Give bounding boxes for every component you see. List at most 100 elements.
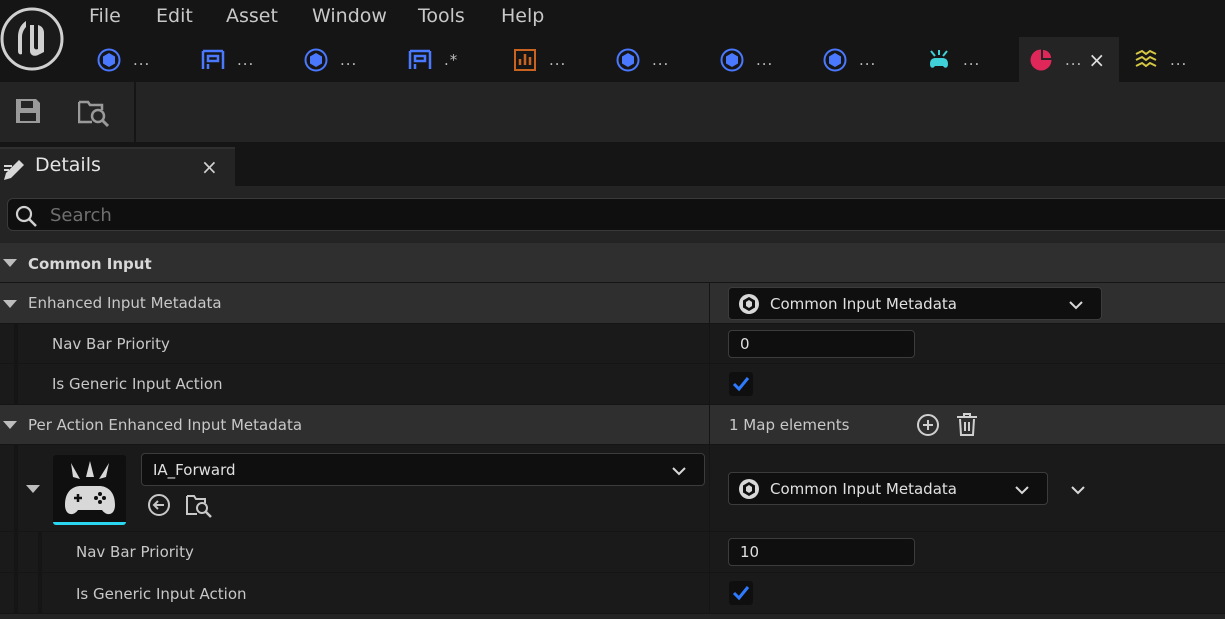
document-tab-active[interactable]: ... × xyxy=(1019,37,1119,82)
column-divider xyxy=(709,532,710,573)
toolbar-separator xyxy=(134,82,136,142)
search-input[interactable] xyxy=(48,199,652,232)
expand-arrow-icon[interactable] xyxy=(3,421,17,429)
blueprint-icon xyxy=(201,48,225,72)
expand-arrow-icon[interactable] xyxy=(3,259,17,267)
property-row: Is Generic Input Action xyxy=(0,573,1225,614)
menu-help[interactable]: Help xyxy=(501,4,544,28)
document-tab[interactable]: ... xyxy=(304,37,357,82)
property-label: Is Generic Input Action xyxy=(52,375,223,393)
tab-label: ... xyxy=(756,50,774,69)
property-label: Nav Bar Priority xyxy=(52,335,170,353)
cube-icon xyxy=(616,48,640,72)
property-label: Nav Bar Priority xyxy=(76,543,194,561)
class-cube-icon xyxy=(738,478,760,500)
dropdown-value: Common Input Metadata xyxy=(770,480,957,498)
mapping-context-icon xyxy=(1134,48,1158,72)
element-options-chevron-icon[interactable] xyxy=(1070,482,1086,495)
cube-icon xyxy=(304,48,328,72)
per-action-metadata-row[interactable]: Per Action Enhanced Input Metadata xyxy=(0,405,1225,445)
category-label: Common Input xyxy=(28,255,152,273)
dropdown-value: IA_Forward xyxy=(153,461,236,479)
document-tab[interactable]: ... xyxy=(927,37,980,82)
expand-arrow-icon[interactable] xyxy=(26,485,40,493)
column-divider xyxy=(709,364,710,405)
document-tab[interactable]: ... xyxy=(97,37,150,82)
expand-arrow-icon[interactable] xyxy=(3,300,17,308)
category-row[interactable]: Common Input xyxy=(0,243,1225,283)
map-elements-count: 1 Map elements xyxy=(729,416,850,434)
gamepad-icon xyxy=(65,461,115,515)
document-tab[interactable]: ... xyxy=(201,37,254,82)
tab-label: ... xyxy=(133,50,151,69)
indent-bar xyxy=(14,364,18,405)
document-tab[interactable]: ... xyxy=(513,37,566,82)
search-icon xyxy=(15,205,37,227)
tab-label: ... xyxy=(1170,50,1188,69)
document-tab[interactable]: ... xyxy=(720,37,773,82)
tab-label: ... xyxy=(237,50,255,69)
document-tab[interactable]: .* xyxy=(408,37,458,82)
tab-label: ... xyxy=(340,50,358,69)
checkmark-icon xyxy=(732,586,750,601)
tab-label: ... xyxy=(652,50,670,69)
property-row: Nav Bar Priority xyxy=(0,532,1225,573)
metadata-class-dropdown[interactable]: Common Input Metadata xyxy=(728,287,1102,320)
menu-file[interactable]: File xyxy=(89,4,121,28)
cube-icon xyxy=(97,48,121,72)
input-action-dropdown[interactable]: IA_Forward xyxy=(141,453,705,486)
menu-tools[interactable]: Tools xyxy=(418,4,465,28)
delete-all-icon[interactable] xyxy=(956,412,978,436)
browse-asset-icon[interactable] xyxy=(186,492,212,518)
cube-icon xyxy=(823,48,847,72)
document-tab[interactable]: ... xyxy=(616,37,669,82)
menu-asset[interactable]: Asset xyxy=(226,4,278,28)
tab-label: ... xyxy=(859,50,877,69)
column-divider xyxy=(709,573,710,614)
indent-bar xyxy=(14,573,18,614)
nav-bar-priority-input[interactable]: 0 xyxy=(728,330,915,358)
chevron-down-icon xyxy=(1068,297,1084,310)
column-divider xyxy=(709,283,710,324)
gamepad-icon xyxy=(927,48,951,72)
indent-bar xyxy=(14,324,18,364)
data-table-icon xyxy=(513,48,537,72)
unreal-logo-icon[interactable] xyxy=(0,7,64,71)
browse-asset-icon[interactable] xyxy=(77,96,110,128)
indent-bar xyxy=(38,573,42,614)
tab-label: ... xyxy=(963,50,981,69)
indent-bar xyxy=(14,445,18,532)
entry-is-generic-checkbox[interactable] xyxy=(729,581,753,605)
indent-bar xyxy=(38,532,42,573)
document-tab[interactable]: ... xyxy=(823,37,876,82)
chevron-down-icon xyxy=(671,463,687,476)
property-label: Per Action Enhanced Input Metadata xyxy=(28,416,303,434)
details-tab[interactable]: Details × xyxy=(0,147,235,186)
use-selected-asset-icon[interactable] xyxy=(147,493,171,517)
close-panel-icon[interactable]: × xyxy=(201,155,218,179)
toolbar xyxy=(0,82,1225,142)
is-generic-checkbox[interactable] xyxy=(729,372,753,396)
edit-pencil-icon xyxy=(2,156,28,182)
menu-edit[interactable]: Edit xyxy=(156,4,193,28)
metadata-class-dropdown[interactable]: Common Input Metadata xyxy=(728,472,1048,505)
property-row: Is Generic Input Action xyxy=(0,364,1225,405)
indent-bar xyxy=(14,532,18,573)
menu-window[interactable]: Window xyxy=(312,4,387,28)
save-icon[interactable] xyxy=(14,97,42,125)
entry-nav-bar-priority-input[interactable]: 10 xyxy=(728,538,915,566)
property-label: Enhanced Input Metadata xyxy=(28,294,222,312)
class-cube-icon xyxy=(738,293,760,315)
column-divider xyxy=(709,445,710,532)
search-box[interactable] xyxy=(7,198,1225,232)
column-divider xyxy=(709,324,710,364)
asset-thumbnail[interactable] xyxy=(53,455,126,525)
document-tab[interactable]: ... xyxy=(1134,37,1187,82)
tab-label: .* xyxy=(444,50,459,69)
column-divider xyxy=(709,405,710,445)
dropdown-value: Common Input Metadata xyxy=(770,295,957,313)
property-row: Nav Bar Priority xyxy=(0,324,1225,364)
close-tab-icon[interactable]: × xyxy=(1088,50,1105,70)
add-element-icon[interactable] xyxy=(916,413,940,437)
chevron-down-icon xyxy=(1014,482,1030,495)
